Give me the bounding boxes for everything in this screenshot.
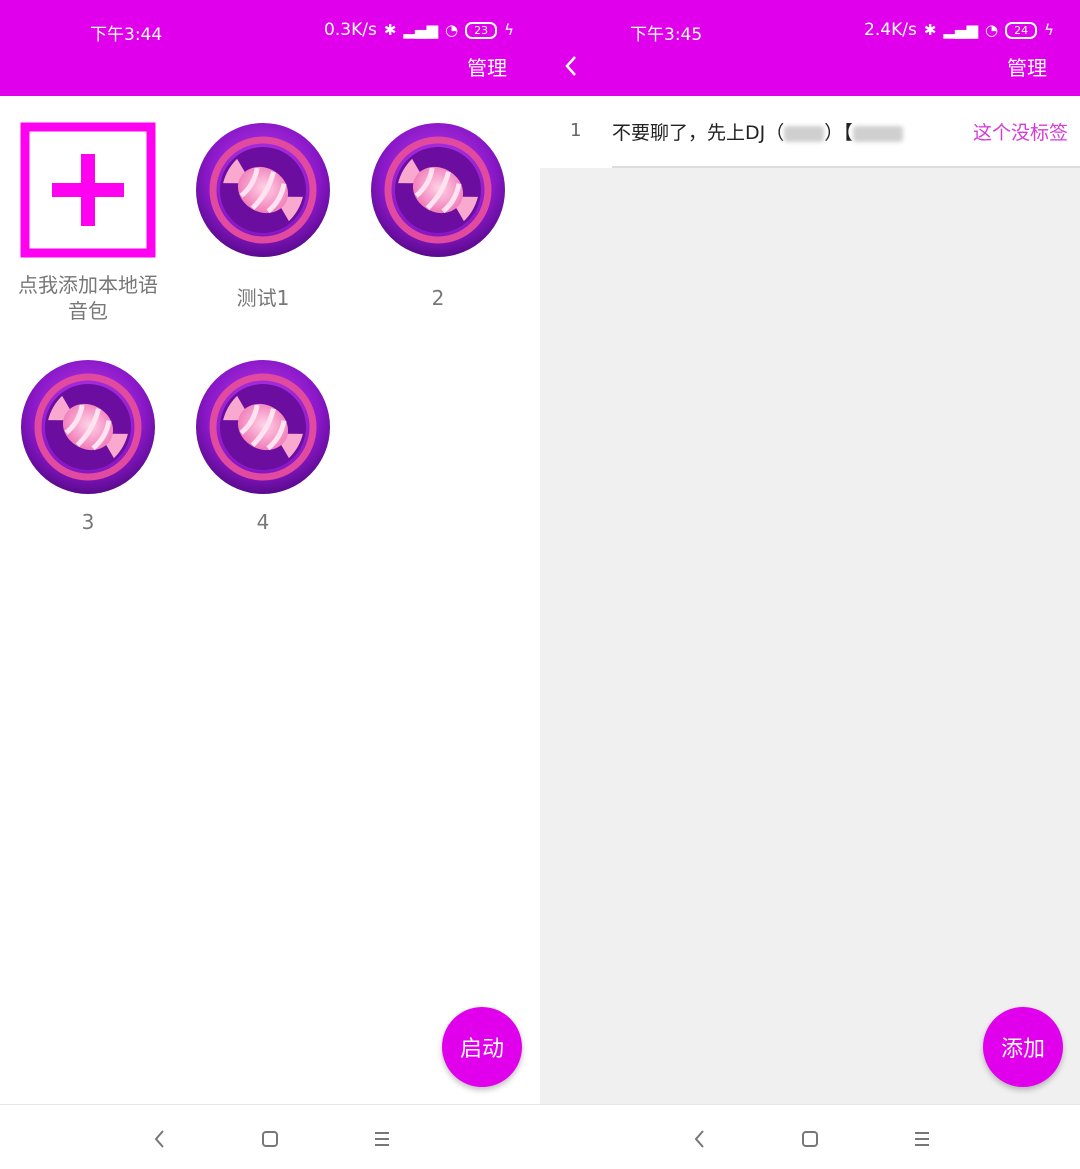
redacted-text bbox=[784, 125, 825, 142]
bluetooth-icon: ✱ bbox=[923, 21, 937, 39]
voice-pack-label: 3 bbox=[81, 510, 95, 534]
voice-pack-item[interactable]: 2 bbox=[350, 122, 526, 322]
add-item-label-line1: 点我添加本地语 bbox=[18, 273, 158, 297]
system-nav-bar bbox=[0, 1104, 540, 1169]
bluetooth-icon: ✱ bbox=[383, 21, 397, 39]
wifi-icon: ◔ bbox=[985, 21, 999, 39]
status-icons: 0.3K/s ✱ ▂▄▆ ◔ 23 ϟ bbox=[324, 20, 514, 40]
start-button[interactable]: 启动 bbox=[442, 1007, 522, 1087]
signal-icon: ▂▄▆ bbox=[403, 21, 438, 39]
list-item-title: 不要聊了，先上DJ（ ）【 bbox=[612, 118, 903, 145]
charging-icon: ϟ bbox=[1044, 21, 1054, 39]
nav-home-icon[interactable] bbox=[256, 1125, 284, 1153]
candy-icon bbox=[195, 359, 331, 495]
status-time: 下午3:44 bbox=[90, 25, 163, 45]
wifi-icon: ◔ bbox=[445, 21, 459, 39]
candy-icon bbox=[370, 122, 506, 258]
status-icons: 2.4K/s ✱ ▂▄▆ ◔ 24 ϟ bbox=[864, 20, 1054, 40]
right-screen: 下午3:45 2.4K/s ✱ ▂▄▆ ◔ 24 ϟ 管理 1 不要聊了，先上D… bbox=[540, 0, 1080, 1169]
system-nav-bar bbox=[540, 1104, 1080, 1169]
nav-menu-icon[interactable] bbox=[908, 1125, 936, 1153]
network-speed: 2.4K/s bbox=[864, 20, 917, 40]
nav-menu-icon[interactable] bbox=[368, 1125, 396, 1153]
divider bbox=[612, 166, 1080, 168]
redacted-text bbox=[852, 125, 903, 142]
battery-icon: 24 bbox=[1005, 21, 1038, 39]
manage-button[interactable]: 管理 bbox=[1007, 52, 1047, 81]
status-time: 下午3:45 bbox=[630, 25, 703, 45]
app-bar: 下午3:44 0.3K/s ✱ ▂▄▆ ◔ 23 ϟ 管理 bbox=[0, 0, 540, 96]
status-bar: 下午3:45 2.4K/s ✱ ▂▄▆ ◔ 24 ϟ bbox=[540, 12, 1080, 48]
battery-icon: 23 bbox=[465, 21, 498, 39]
add-item-label: 点我添加本地语 音包 bbox=[0, 272, 176, 324]
list-item-tag[interactable]: 这个没标签 bbox=[973, 118, 1068, 145]
add-button[interactable]: 添加 bbox=[983, 1007, 1063, 1087]
app-bar: 下午3:45 2.4K/s ✱ ▂▄▆ ◔ 24 ϟ 管理 bbox=[540, 0, 1080, 96]
voice-pack-item[interactable]: 4 bbox=[175, 359, 351, 549]
list-item-title-part2: ）【 bbox=[824, 122, 853, 144]
voice-pack-label: 2 bbox=[431, 286, 445, 310]
voice-pack-label: 测试1 bbox=[236, 286, 290, 310]
voice-pack-item[interactable]: 测试1 bbox=[175, 122, 351, 322]
voice-pack-label: 4 bbox=[256, 510, 270, 534]
manage-button[interactable]: 管理 bbox=[467, 52, 507, 81]
voice-pack-item[interactable]: 3 bbox=[0, 359, 176, 549]
back-icon[interactable] bbox=[560, 54, 584, 78]
candy-icon bbox=[195, 122, 331, 258]
nav-back-icon[interactable] bbox=[146, 1125, 174, 1153]
list-item-index: 1 bbox=[570, 120, 582, 141]
charging-icon: ϟ bbox=[504, 21, 514, 39]
network-speed: 0.3K/s bbox=[324, 20, 377, 40]
candy-icon bbox=[20, 359, 156, 495]
status-bar: 下午3:44 0.3K/s ✱ ▂▄▆ ◔ 23 ϟ bbox=[0, 12, 540, 48]
nav-home-icon[interactable] bbox=[796, 1125, 824, 1153]
nav-back-icon[interactable] bbox=[686, 1125, 714, 1153]
signal-icon: ▂▄▆ bbox=[943, 21, 978, 39]
add-voice-pack-item[interactable]: 点我添加本地语 音包 bbox=[0, 122, 176, 332]
add-icon bbox=[20, 122, 156, 258]
left-screen: 下午3:44 0.3K/s ✱ ▂▄▆ ◔ 23 ϟ 管理 点我添加本地语 音包… bbox=[0, 0, 540, 1169]
list-item-title-part1: 不要聊了，先上DJ（ bbox=[612, 122, 785, 144]
list-item[interactable]: 1 不要聊了，先上DJ（ ）【 这个没标签 bbox=[540, 96, 1080, 168]
add-item-label-line2: 音包 bbox=[68, 299, 108, 323]
